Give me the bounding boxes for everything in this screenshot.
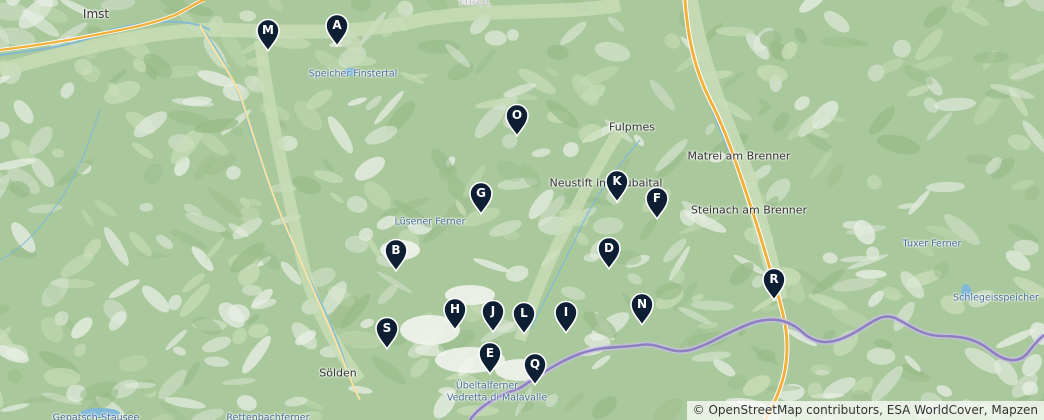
place-label-rettenbach: Rettenbachferner (226, 412, 310, 420)
map-marker-r[interactable]: R (761, 267, 787, 301)
attribution-mapzen-link[interactable]: Mapzen (991, 403, 1038, 417)
attribution-sep: , (879, 403, 887, 417)
place-label-tirol: TIROL (457, 0, 493, 9)
map-marker-i[interactable]: I (553, 300, 579, 334)
place-label-steinach: Steinach am Brenner (690, 203, 808, 217)
attribution-esa-link[interactable]: ESA WorldCover (887, 403, 984, 417)
marker-letter: L (520, 306, 528, 320)
relief-patch (855, 269, 887, 279)
place-label-tuxer: Tuxer Ferner (902, 238, 962, 250)
marker-letter: G (476, 186, 486, 200)
marker-letter: S (382, 321, 392, 335)
place-label-gepatsch: Gepatsch-Stausee (52, 412, 140, 420)
place-label-imst: Imst (82, 7, 110, 21)
map-marker-d[interactable]: D (596, 236, 622, 270)
map-marker-b[interactable]: B (383, 238, 409, 272)
map-marker-g[interactable]: G (468, 181, 494, 215)
map-canvas[interactable]: Imst TIROL Speicher Finstertal Fulpmes Matre… (0, 0, 1044, 420)
attribution-osm-link[interactable]: OpenStreetMap contributors (708, 403, 879, 417)
map-marker-l[interactable]: L (511, 301, 537, 335)
place-label-ubeltal: Übeltalferner (455, 380, 519, 392)
map-marker-f[interactable]: F (644, 186, 670, 220)
map-marker-e[interactable]: E (477, 341, 503, 375)
marker-letter: R (769, 272, 779, 286)
place-label-malavalle: Vedretta di Malavalle (446, 392, 548, 404)
marker-letter: J (490, 304, 496, 318)
map-marker-n[interactable]: N (629, 292, 655, 326)
marker-letter: E (485, 346, 495, 360)
marker-letter: H (449, 302, 461, 316)
attribution-prefix: © (692, 403, 709, 417)
map-marker-j[interactable]: J (480, 299, 506, 333)
place-label-solden: Sölden (319, 366, 357, 380)
map-marker-k[interactable]: K (604, 169, 630, 203)
marker-letter: D (604, 241, 614, 255)
relief-patch (814, 369, 830, 376)
map-marker-s[interactable]: S (374, 316, 400, 350)
map-marker-q[interactable]: Q (522, 352, 548, 386)
place-label-fulpmes: Fulpmes (609, 120, 655, 134)
marker-letter: N (636, 297, 648, 311)
marker-letter: B (391, 243, 401, 257)
map-attribution: © OpenStreetMap contributors, ESA WorldC… (686, 401, 1044, 420)
marker-letter: M (262, 23, 274, 37)
marker-letter: O (511, 108, 523, 122)
place-label-matrei: Matrei am Brenner (687, 149, 791, 163)
place-label-finstertal: Speicher Finstertal (308, 68, 398, 80)
map-marker-a[interactable]: A (324, 13, 350, 47)
marker-letter: A (332, 18, 342, 32)
marker-letter: I (563, 305, 569, 319)
map-marker-h[interactable]: H (442, 297, 468, 331)
marker-letter: K (612, 174, 622, 188)
marker-letter: F (652, 191, 662, 205)
marker-letter: Q (529, 357, 541, 371)
map-marker-m[interactable]: M (255, 18, 281, 52)
map-marker-o[interactable]: O (504, 103, 530, 137)
place-label-lusener: Lüsener Ferner (394, 216, 466, 228)
place-label-schlegeis: Schlegeisspeicher (953, 292, 1039, 304)
